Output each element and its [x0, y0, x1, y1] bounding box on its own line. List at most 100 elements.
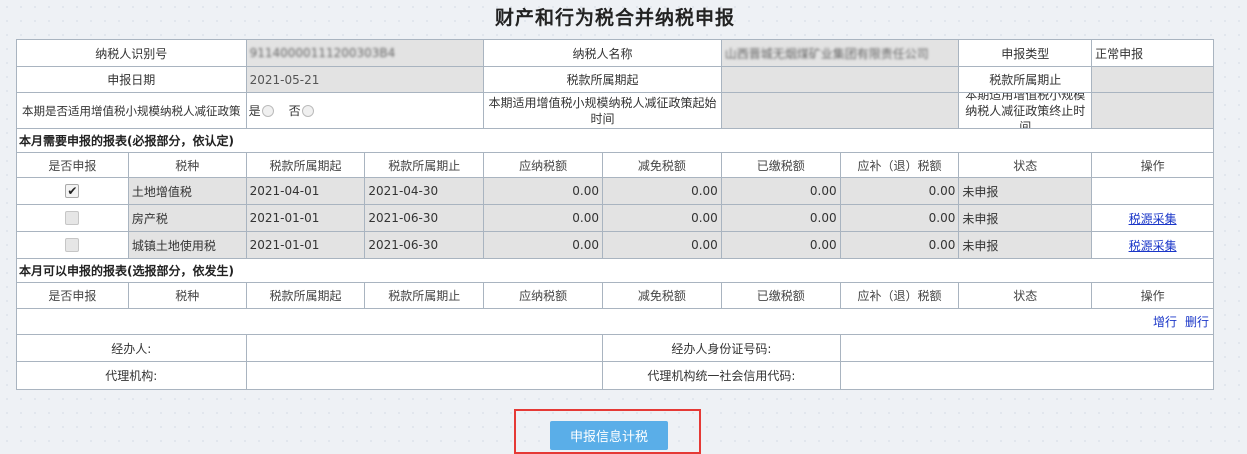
tax-source-collect-link[interactable]: 税源采集 — [1129, 210, 1177, 227]
agency-code-input[interactable] — [841, 362, 1213, 389]
taxpayer-name-value: 山西晋城无烟煤矿业集团有限责任公司 — [721, 40, 960, 66]
agency-label: 代理机构: — [17, 362, 247, 389]
col-header-paid: 已缴税额 — [721, 153, 841, 177]
add-row-button[interactable]: 增行 — [1153, 313, 1177, 330]
agency-input[interactable] — [247, 362, 604, 389]
table-row: 房产税 2021-01-01 2021-06-30 0.00 0.00 0.00… — [17, 205, 1213, 232]
due-amount: 0.00 — [840, 205, 960, 231]
relief-amount: 0.00 — [603, 205, 722, 231]
relief-amount: 0.00 — [603, 232, 722, 258]
info-row-2: 申报日期 2021-05-21 税款所属期起 税款所属期止 — [17, 67, 1213, 93]
table-row: ✔ 土地增值税 2021-04-01 2021-04-30 0.00 0.00 … — [17, 178, 1213, 205]
period-end: 2021-04-30 — [365, 178, 485, 204]
period-start: 2021-04-01 — [246, 178, 366, 204]
payable-amount: 0.00 — [484, 178, 603, 204]
small-scale-policy-options: 是 否 — [247, 93, 485, 128]
row-controls: 增行 删行 — [17, 309, 1213, 335]
policy-start-value[interactable] — [721, 93, 960, 128]
col-header-due: 应补（退）税额 — [840, 153, 960, 177]
optional-table-header: 是否申报 税种 税款所属期起 税款所属期止 应纳税额 减免税额 已缴税额 应补（… — [17, 283, 1213, 309]
required-section-title: 本月需要申报的报表(必报部分，依认定) — [19, 134, 234, 148]
no-radio[interactable] — [301, 104, 314, 117]
paid-amount: 0.00 — [721, 232, 841, 258]
tax-name: 土地增值税 — [128, 178, 247, 204]
tax-name: 城镇土地使用税 — [128, 232, 247, 258]
period-end: 2021-06-30 — [365, 232, 485, 258]
agency-row: 代理机构: 代理机构统一社会信用代码: — [17, 362, 1213, 389]
taxpayer-id-text: 91140000111200303B4 — [249, 46, 396, 60]
optional-section-header: 本月可以申报的报表(选报部分，依发生) — [17, 259, 1213, 283]
paid-amount: 0.00 — [721, 205, 841, 231]
handler-input[interactable] — [247, 335, 604, 361]
declare-checkbox[interactable]: ✔ — [65, 184, 80, 198]
handler-id-label: 经办人身份证号码: — [603, 335, 841, 361]
page-title: 财产和行为税合并纳税申报 — [494, 7, 735, 29]
period-start-value[interactable] — [721, 67, 960, 92]
due-amount: 0.00 — [840, 178, 960, 204]
submit-highlight-box: 申报信息计税 — [514, 409, 701, 454]
col-header-status: 状态 — [959, 283, 1093, 308]
yes-label: 是 — [248, 104, 261, 118]
col-header-payable: 应纳税额 — [484, 153, 603, 177]
tax-name: 房产税 — [128, 205, 247, 231]
action-cell: 税源采集 — [1092, 205, 1213, 231]
declare-checkbox-cell: ✔ — [17, 178, 129, 204]
payable-amount: 0.00 — [484, 232, 603, 258]
yes-radio[interactable] — [261, 104, 274, 117]
declare-type-label: 申报类型 — [959, 40, 1093, 66]
tax-source-collect-link[interactable]: 税源采集 — [1129, 237, 1177, 254]
taxpayer-name-label: 纳税人名称 — [484, 40, 722, 66]
period-end-label: 税款所属期止 — [959, 67, 1093, 92]
col-header-declare: 是否申报 — [17, 283, 129, 308]
period-start: 2021-01-01 — [246, 205, 366, 231]
paid-amount: 0.00 — [721, 178, 841, 204]
table-row: 城镇土地使用税 2021-01-01 2021-06-30 0.00 0.00 … — [17, 232, 1213, 259]
col-header-action: 操作 — [1092, 153, 1213, 177]
taxpayer-id-label: 纳税人识别号 — [17, 40, 247, 66]
taxpayer-id-value: 91140000111200303B4 — [246, 40, 485, 66]
calculate-tax-button[interactable]: 申报信息计税 — [550, 421, 668, 450]
action-cell: 税源采集 — [1092, 232, 1213, 258]
declare-checkbox[interactable] — [65, 211, 80, 225]
declare-checkbox-cell — [17, 205, 129, 231]
period-end-value[interactable] — [1092, 67, 1213, 92]
declare-checkbox[interactable] — [65, 238, 80, 252]
taxpayer-name-text: 山西晋城无烟煤矿业集团有限责任公司 — [724, 46, 929, 61]
col-header-end: 税款所属期止 — [365, 283, 485, 308]
period-end: 2021-06-30 — [365, 205, 485, 231]
required-table-header: 是否申报 税种 税款所属期起 税款所属期止 应纳税额 减免税额 已缴税额 应补（… — [17, 153, 1213, 178]
col-header-declare: 是否申报 — [17, 153, 129, 177]
tax-declaration-form: 纳税人识别号 91140000111200303B4 纳税人名称 山西晋城无烟煤… — [16, 39, 1214, 390]
required-section-header: 本月需要申报的报表(必报部分，依认定) — [17, 129, 1213, 153]
relief-amount: 0.00 — [603, 178, 722, 204]
declare-date-label: 申报日期 — [17, 67, 247, 92]
policy-end-value[interactable] — [1092, 93, 1213, 128]
optional-section-title: 本月可以申报的报表(选报部分，依发生) — [19, 264, 234, 278]
policy-start-label: 本期适用增值税小规模纳税人减征政策起始时间 — [484, 93, 722, 128]
col-header-start: 税款所属期起 — [246, 153, 366, 177]
handler-row: 经办人: 经办人身份证号码: — [17, 335, 1213, 362]
handler-id-input[interactable] — [841, 335, 1213, 361]
col-header-tax: 税种 — [128, 283, 247, 308]
col-header-relief: 减免税额 — [603, 153, 722, 177]
due-amount: 0.00 — [840, 232, 960, 258]
status: 未申报 — [959, 205, 1093, 231]
col-header-end: 税款所属期止 — [365, 153, 485, 177]
handler-label: 经办人: — [17, 335, 247, 361]
payable-amount: 0.00 — [484, 205, 603, 231]
info-row-1: 纳税人识别号 91140000111200303B4 纳税人名称 山西晋城无烟煤… — [17, 40, 1213, 67]
col-header-start: 税款所属期起 — [246, 283, 366, 308]
policy-end-label: 本期适用增值税小规模纳税人减征政策终止时间 — [959, 93, 1093, 128]
col-header-paid: 已缴税额 — [721, 283, 841, 308]
delete-row-button[interactable]: 删行 — [1185, 313, 1209, 330]
small-scale-policy-label: 本期是否适用增值税小规模纳税人减征政策 — [17, 93, 247, 128]
col-header-tax: 税种 — [128, 153, 247, 177]
no-label: 否 — [288, 104, 301, 118]
col-header-payable: 应纳税额 — [484, 283, 603, 308]
status: 未申报 — [959, 178, 1093, 204]
declare-date-value: 2021-05-21 — [246, 67, 485, 92]
period-start-label: 税款所属期起 — [484, 67, 722, 92]
col-header-status: 状态 — [959, 153, 1093, 177]
status: 未申报 — [959, 232, 1093, 258]
period-start: 2021-01-01 — [246, 232, 366, 258]
